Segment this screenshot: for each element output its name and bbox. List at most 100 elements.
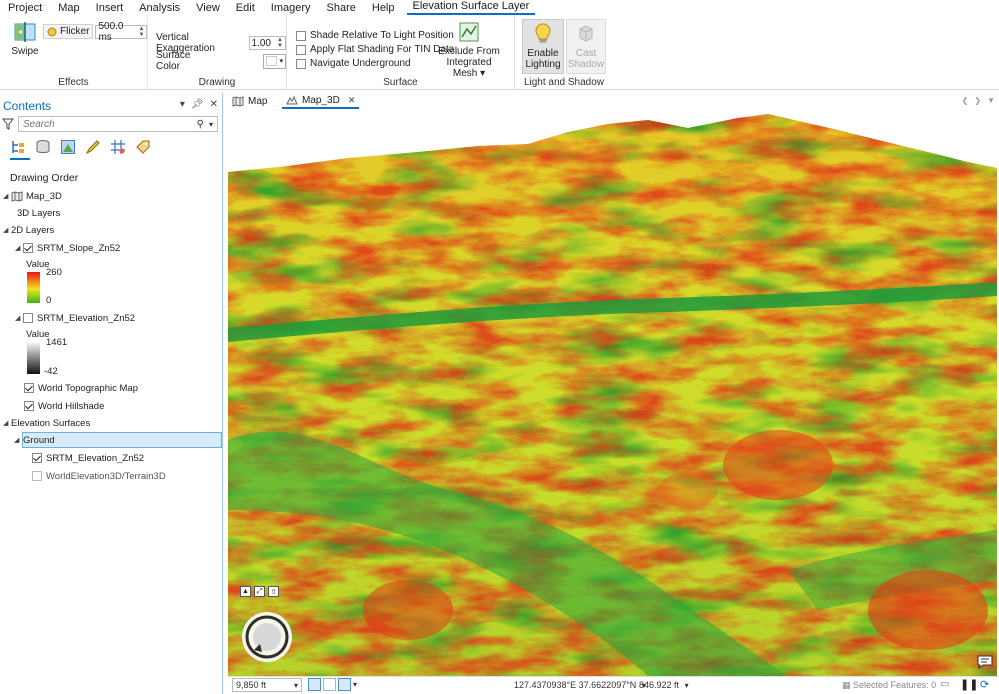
filter-icon[interactable] (2, 118, 14, 130)
collapse-icon[interactable]: ◢ (15, 244, 23, 252)
pin-icon[interactable]: 📌︎ (191, 99, 204, 110)
scene-icon (286, 95, 298, 104)
full-extent-icon[interactable]: ⤢ (254, 586, 265, 597)
tab-elevation-surface-layer[interactable]: Elevation Surface Layer (406, 0, 536, 15)
toolbar-active-indicator (10, 158, 30, 160)
chevron-left-icon[interactable]: ❮ (962, 96, 969, 105)
3d-layers-row[interactable]: 3D Layers (17, 205, 60, 221)
2d-layers-row[interactable]: ◢ 2D Layers (3, 222, 54, 238)
topographic-layer-checkbox[interactable] (24, 383, 34, 393)
swipe-label: Swipe (11, 46, 39, 57)
vertical-exaggeration-input[interactable]: 1.00 ▲ ▼ (248, 36, 286, 50)
grid-view-icon[interactable] (308, 678, 321, 691)
surface-color-picker[interactable]: ▾ (263, 53, 286, 69)
north-icon[interactable]: ⇧ (268, 586, 279, 597)
chevron-down-icon[interactable]: ▾ (209, 120, 213, 129)
search-row: ⚲ ▾ (2, 116, 218, 132)
hillshade-layer-checkbox[interactable] (24, 401, 34, 411)
editing-icon[interactable] (85, 139, 101, 155)
slope-layer-row[interactable]: ◢ SRTM_Slope_Zn52 (15, 240, 120, 256)
exclude-integrated-mesh-button[interactable]: Exclude From Integrated Mesh ▾ (433, 21, 505, 79)
collapse-icon[interactable]: ◢ (3, 419, 11, 427)
menu-edit[interactable]: Edit (228, 1, 263, 15)
refresh-icon[interactable]: ⟳ (980, 678, 989, 691)
cast-shadow-button[interactable]: Cast Shadow (566, 19, 606, 74)
navigate-underground-checkbox[interactable] (296, 58, 306, 69)
chevron-down-icon: ▾ (293, 680, 298, 690)
chevron-down-icon[interactable]: ▾ (353, 680, 357, 689)
search-input[interactable] (23, 118, 193, 130)
flicker-interval-input[interactable]: 500.0 ms ▲ ▼ (95, 21, 148, 43)
navigator-icon[interactable] (240, 610, 294, 664)
tab-map[interactable]: Map (228, 93, 271, 109)
ground-surface-row[interactable]: ◢ Ground (14, 432, 222, 448)
flicker-button[interactable]: Flicker (43, 24, 94, 39)
navigate-underground-row[interactable]: Navigate Underground (296, 58, 411, 69)
collapse-icon[interactable]: ◢ (15, 314, 23, 322)
search-icon[interactable]: ⚲ (197, 119, 204, 130)
enable-lighting-button[interactable]: Enable Lighting (522, 19, 564, 74)
elevation-surfaces-row[interactable]: ◢ Elevation Surfaces (3, 415, 90, 431)
tab-map-label: Map (248, 95, 268, 107)
ground-source-srtm-row[interactable]: SRTM_Elevation_Zn52 (32, 450, 144, 466)
scene-view[interactable]: ▲ ⤢ ⇧ (228, 110, 997, 676)
drawing-order-icon[interactable] (10, 139, 26, 155)
menu-bar: Project Map Insert Analysis View Edit Im… (0, 0, 999, 15)
menu-project[interactable]: Project (0, 1, 50, 15)
chevron-down-icon[interactable]: ▼ (987, 96, 995, 105)
menu-imagery[interactable]: Imagery (263, 1, 319, 15)
map-3d-row[interactable]: ◢ Map_3D (3, 188, 62, 204)
snapping-icon[interactable] (110, 139, 126, 155)
hillshade-layer-row[interactable]: World Hillshade (24, 398, 104, 414)
elevation-max-label: 1461 (46, 336, 68, 348)
elevation-layer-row[interactable]: ◢ SRTM_Elevation_Zn52 (15, 310, 135, 326)
topographic-layer-row[interactable]: World Topographic Map (24, 380, 138, 396)
surface-color-swatch (266, 56, 278, 66)
slope-layer-checkbox[interactable] (23, 243, 33, 253)
swipe-icon (14, 22, 36, 42)
flat-shading-checkbox[interactable] (296, 44, 306, 55)
menu-insert[interactable]: Insert (88, 1, 132, 15)
flat-shading-row[interactable]: Apply Flat Shading For TIN Data (296, 44, 454, 55)
collapse-icon[interactable]: ◢ (3, 192, 11, 200)
labeling-icon[interactable] (135, 139, 151, 155)
ground-source-srtm-checkbox[interactable] (32, 453, 42, 463)
swipe-button[interactable]: Swipe (8, 21, 42, 57)
collapse-icon[interactable]: ◢ (14, 436, 22, 444)
data-source-icon[interactable] (35, 139, 51, 155)
cube-shadow-icon (579, 25, 593, 42)
menu-map[interactable]: Map (50, 1, 87, 15)
chevron-right-icon[interactable]: ❯ (974, 96, 981, 105)
elevation-readout: 846.922 ft ▾ (639, 680, 689, 690)
elevation-color-ramp (27, 342, 40, 374)
expand-navigator-icon[interactable]: ▲ (240, 586, 251, 597)
clear-selection-icon[interactable]: ▭ (940, 679, 949, 690)
vertical-exaggeration-spin[interactable]: ▲ ▼ (277, 37, 283, 49)
close-icon[interactable]: ✕ (210, 99, 218, 110)
menu-help[interactable]: Help (364, 1, 403, 15)
close-tab-icon[interactable]: ✕ (348, 95, 356, 106)
coordinates-value: 127.4370938°E 37.6622097°N (514, 680, 637, 690)
layout-view-icon[interactable] (338, 678, 351, 691)
pause-drawing-icon[interactable]: ❚❚ (960, 678, 978, 691)
chevron-down-icon[interactable]: ▾ (685, 681, 689, 690)
shade-relative-checkbox[interactable] (296, 30, 306, 41)
drawing-group-label: Drawing (198, 77, 236, 88)
elevation-layer-checkbox[interactable] (23, 313, 33, 323)
menu-view[interactable]: View (188, 1, 228, 15)
ground-source-world-row[interactable]: WorldElevation3D/Terrain3D (32, 468, 166, 484)
selection-icon[interactable] (60, 139, 76, 155)
notifications-icon[interactable] (977, 655, 993, 669)
collapse-icon[interactable]: ◢ (3, 226, 11, 234)
pane-menu-icon[interactable]: ▾ (180, 99, 185, 110)
scale-dropdown[interactable]: 9,850 ft ▾ (232, 678, 302, 692)
menu-analysis[interactable]: Analysis (131, 1, 188, 15)
ground-source-world-checkbox[interactable] (32, 471, 42, 481)
selected-features[interactable]: ▦ Selected Features: 0 (842, 680, 936, 691)
table-view-icon[interactable] (323, 678, 336, 691)
flicker-spin[interactable]: ▲ ▼ (139, 26, 145, 38)
shade-relative-row[interactable]: Shade Relative To Light Position (296, 30, 454, 41)
map-3d-label: Map_3D (26, 190, 62, 202)
menu-share[interactable]: Share (319, 1, 364, 15)
tab-map-3d[interactable]: Map_3D ✕ (282, 93, 360, 109)
